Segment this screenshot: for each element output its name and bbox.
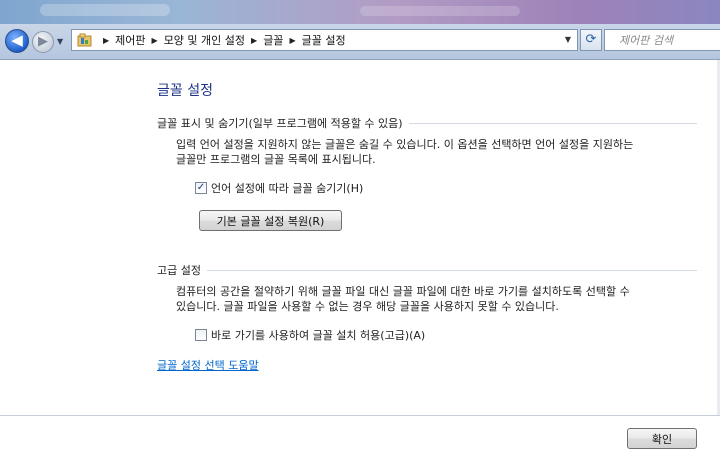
breadcrumb-font-settings[interactable]: 글꼴 설정 [302, 32, 346, 48]
shortcut-install-checkbox[interactable] [195, 329, 207, 341]
address-dropdown-icon[interactable]: ▼ [565, 35, 571, 44]
refresh-button[interactable]: ⟳ [580, 29, 602, 51]
breadcrumb-appearance[interactable]: 모양 및 개인 설정 [164, 32, 245, 48]
description-line: 입력 언어 설정을 지원하지 않는 글꼴은 숨길 수 있습니다. 이 옵션을 선… [176, 138, 634, 151]
section-divider [408, 122, 697, 124]
advanced-section-header: 고급 설정 [157, 262, 697, 278]
refresh-icon: ⟳ [585, 32, 597, 47]
hide-fonts-option[interactable]: ✓ 언어 설정에 따라 글꼴 숨기기(H) [195, 180, 363, 196]
recent-pages-dropdown-icon[interactable]: ▼ [57, 37, 63, 46]
description-line: 컴퓨터의 공간을 절약하기 위해 글꼴 파일 대신 글꼴 파일에 대한 바로 가… [176, 285, 630, 298]
title-bar-blur [360, 6, 520, 16]
checkmark-icon: ✓ [196, 182, 206, 193]
font-settings-help-link[interactable]: 글꼴 설정 선택 도움말 [157, 357, 259, 373]
page-title: 글꼴 설정 [157, 83, 213, 99]
title-bar-blur [40, 4, 170, 16]
advanced-section-heading: 고급 설정 [157, 264, 201, 277]
forward-button[interactable]: ▶ [32, 31, 54, 53]
description-line: 있습니다. 글꼴 파일을 사용할 수 없는 경우 해당 글꼴을 사용하지 못할 … [176, 300, 559, 313]
section-divider [206, 269, 697, 271]
breadcrumb-separator-icon[interactable]: ▶ [289, 36, 295, 45]
show-hide-section-header: 글꼴 표시 및 숨기기(일부 프로그램에 적용할 수 있음) [157, 115, 697, 131]
back-arrow-icon: ◀ [11, 31, 23, 49]
ok-button[interactable]: 확인 [627, 428, 697, 449]
dialog-footer: 확인 [0, 415, 720, 462]
breadcrumb-fonts[interactable]: 글꼴 [263, 32, 283, 48]
show-hide-section-heading: 글꼴 표시 및 숨기기(일부 프로그램에 적용할 수 있음) [157, 117, 403, 130]
control-panel-icon [77, 33, 92, 47]
restore-default-fonts-button[interactable]: 기본 글꼴 설정 복원(R) [199, 210, 342, 231]
breadcrumb-control-panel[interactable]: 제어판 [115, 32, 145, 48]
advanced-description: 컴퓨터의 공간을 절약하기 위해 글꼴 파일 대신 글꼴 파일에 대한 바로 가… [176, 284, 696, 314]
breadcrumb-separator-icon[interactable]: ▶ [251, 36, 257, 45]
description-line: 글꼴만 프로그램의 글꼴 목록에 표시됩니다. [176, 153, 376, 166]
show-hide-description: 입력 언어 설정을 지원하지 않는 글꼴은 숨길 수 있습니다. 이 옵션을 선… [176, 137, 696, 167]
hide-fonts-label[interactable]: 언어 설정에 따라 글꼴 숨기기(H) [211, 180, 363, 196]
forward-arrow-icon: ▶ [38, 34, 48, 49]
address-bar[interactable]: ▶ 제어판 ▶ 모양 및 개인 설정 ▶ 글꼴 ▶ 글꼴 설정 ▼ [71, 29, 578, 51]
hide-fonts-checkbox[interactable]: ✓ [195, 182, 207, 194]
search-input[interactable] [605, 30, 715, 50]
navigation-bar: ◀ ▶ ▼ ▶ 제어판 ▶ 모양 및 개인 설정 ▶ 글꼴 ▶ 글꼴 설정 ▼ … [0, 24, 720, 60]
back-button[interactable]: ◀ [5, 29, 29, 53]
breadcrumb-separator-icon[interactable]: ▶ [152, 36, 158, 45]
breadcrumb-separator-icon[interactable]: ▶ [103, 36, 109, 45]
main-content: 글꼴 설정 글꼴 표시 및 숨기기(일부 프로그램에 적용할 수 있음) 입력 … [0, 60, 720, 415]
window-title-bar [0, 0, 720, 24]
shortcut-install-label[interactable]: 바로 가기를 사용하여 글꼴 설치 허용(고급)(A) [211, 327, 425, 343]
shortcut-install-option[interactable]: 바로 가기를 사용하여 글꼴 설치 허용(고급)(A) [195, 327, 425, 343]
search-box[interactable] [604, 29, 720, 51]
